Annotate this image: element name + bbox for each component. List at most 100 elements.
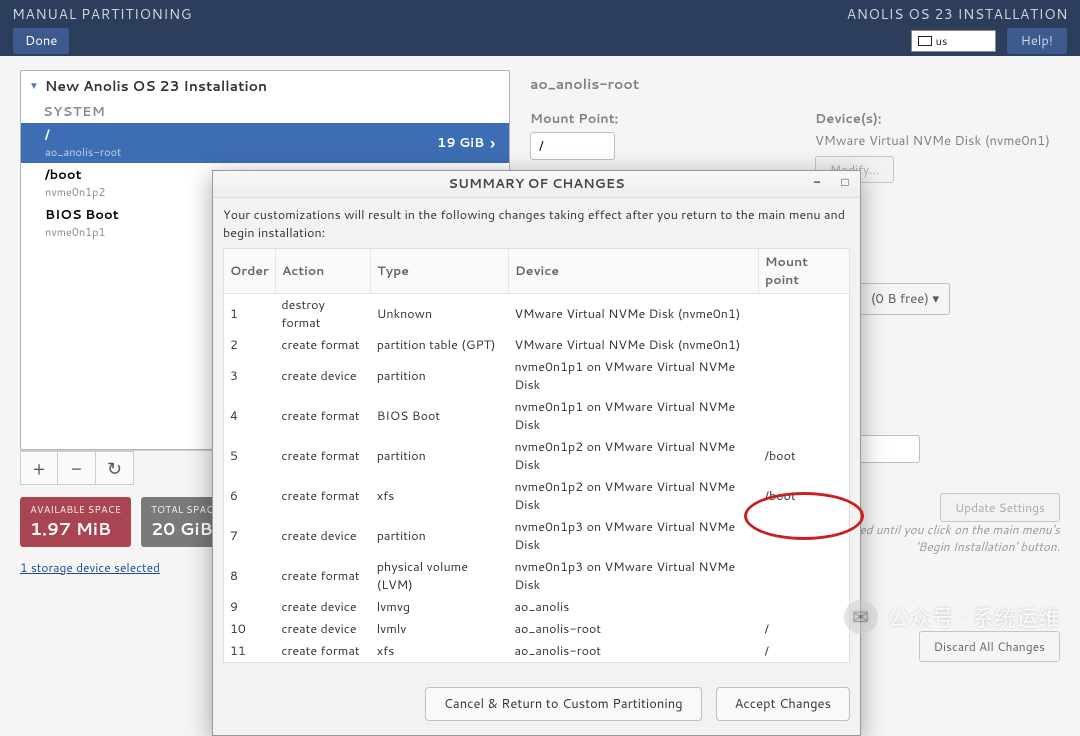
col-mount[interactable]: Mount point [759, 249, 850, 294]
keyboard-indicator[interactable]: us [911, 30, 996, 52]
tree-root-label: New Anolis OS 23 Installation [45, 76, 267, 96]
cell-device: nvme0n1p1 on VMware Virtual NVMe Disk [508, 356, 758, 396]
cell-mount [759, 294, 850, 335]
table-row[interactable]: 4create formatBIOS Bootnvme0n1p1 on VMwa… [224, 396, 850, 436]
devices-value: VMware Virtual NVMe Disk (nvme0n1) [815, 132, 1060, 150]
cell-mount [759, 334, 850, 356]
maximize-icon[interactable]: □ [836, 173, 854, 189]
dialog-titlebar[interactable]: SUMMARY OF CHANGES − □ [213, 171, 860, 198]
remove-partition-button[interactable]: − [58, 451, 96, 485]
table-row[interactable]: 7create devicepartitionnvme0n1p3 on VMwa… [224, 516, 850, 556]
table-row[interactable]: 6create formatxfsnvme0n1p2 on VMware Vir… [224, 476, 850, 516]
cell-action: destroy format [275, 294, 370, 335]
table-row[interactable]: 1destroy formatUnknownVMware Virtual NVM… [224, 294, 850, 335]
cell-action: create device [275, 516, 370, 556]
col-type[interactable]: Type [371, 249, 509, 294]
cell-order: 8 [224, 556, 276, 596]
page-title: MANUAL PARTITIONING [12, 4, 192, 24]
cell-mount: / [759, 640, 850, 663]
cell-order: 11 [224, 640, 276, 663]
available-space-value: 1.97 MiB [30, 517, 121, 541]
cell-action: create format [275, 556, 370, 596]
cell-device: nvme0n1p3 on VMware Virtual NVMe Disk [508, 516, 758, 556]
cell-order: 3 [224, 356, 276, 396]
dialog-title: SUMMARY OF CHANGES [448, 175, 624, 193]
devices-label: Device(s): [815, 110, 1060, 128]
minimize-icon[interactable]: − [808, 173, 826, 189]
table-row[interactable]: 3create devicepartitionnvme0n1p1 on VMwa… [224, 356, 850, 396]
cell-type: partition table (GPT) [371, 334, 509, 356]
table-row[interactable]: 10create devicelvmlvao_anolis-root/ [224, 618, 850, 640]
watermark-text: 公众号 · 系统运维 [888, 601, 1060, 634]
watermark: ✉ 公众号 · 系统运维 [844, 600, 1060, 634]
cell-type: xfs [371, 476, 509, 516]
chevron-right-icon: › [490, 132, 495, 155]
available-space-label: AVAILABLE SPACE [30, 503, 121, 517]
table-row[interactable]: 9create devicelvmvgao_anolis [224, 596, 850, 618]
installer-title: ANOLIS OS 23 INSTALLATION [847, 4, 1068, 24]
help-button[interactable]: Help! [1006, 27, 1068, 55]
cell-order: 1 [224, 294, 276, 335]
vg-free-label: (0 B free) ▾ [871, 290, 939, 308]
done-button[interactable]: Done [12, 27, 70, 55]
reload-button[interactable]: ↻ [96, 451, 134, 485]
cell-type: physical volume (LVM) [371, 556, 509, 596]
cell-order: 7 [224, 516, 276, 556]
cell-action: create format [275, 334, 370, 356]
cell-device: ao_anolis-root [508, 618, 758, 640]
add-partition-button[interactable]: + [20, 451, 58, 485]
cell-type: partition [371, 516, 509, 556]
changes-table: Order Action Type Device Mount point 1de… [223, 248, 850, 663]
table-row[interactable]: 5create formatpartitionnvme0n1p2 on VMwa… [224, 436, 850, 476]
available-space-box: AVAILABLE SPACE 1.97 MiB [20, 497, 131, 547]
cell-type: Unknown [371, 294, 509, 335]
cell-order: 2 [224, 334, 276, 356]
cell-type: lvmvg [371, 596, 509, 618]
mountpoint-device: nvme0n1p1 [45, 224, 119, 240]
table-row[interactable]: 8create formatphysical volume (LVM)nvme0… [224, 556, 850, 596]
cell-mount [759, 556, 850, 596]
keyboard-icon [918, 36, 932, 46]
dialog-description: Your customizations will result in the f… [223, 206, 850, 242]
col-order[interactable]: Order [224, 249, 276, 294]
tree-section-system: SYSTEM [21, 101, 509, 123]
table-row[interactable]: 2create formatpartition table (GPT)VMwar… [224, 334, 850, 356]
cancel-return-button[interactable]: Cancel & Return to Custom Partitioning [425, 687, 702, 721]
cell-device: VMware Virtual NVMe Disk (nvme0n1) [508, 294, 758, 335]
cell-mount [759, 596, 850, 618]
mountpoint-size: 19 GiB› [437, 132, 495, 155]
mount-point-input[interactable] [530, 132, 615, 160]
cell-order: 4 [224, 396, 276, 436]
cell-device: VMware Virtual NVMe Disk (nvme0n1) [508, 334, 758, 356]
caret-down-icon: ▼ [29, 79, 39, 93]
cell-type: BIOS Boot [371, 396, 509, 436]
cell-mount: /boot [759, 436, 850, 476]
mountpoint-row[interactable]: /ao_anolis-root19 GiB› [21, 123, 509, 163]
discard-all-changes-button[interactable]: Discard All Changes [919, 631, 1060, 662]
cell-type: partition [371, 356, 509, 396]
keyboard-layout-label: us [936, 33, 948, 49]
col-device[interactable]: Device [508, 249, 758, 294]
volume-name: ao_anolis-root [530, 74, 1060, 94]
cell-mount [759, 516, 850, 556]
cell-order: 10 [224, 618, 276, 640]
cell-device: nvme0n1p1 on VMware Virtual NVMe Disk [508, 396, 758, 436]
cell-order: 9 [224, 596, 276, 618]
wechat-icon: ✉ [844, 600, 878, 634]
col-action[interactable]: Action [275, 249, 370, 294]
cell-type: xfs [371, 640, 509, 663]
cell-order: 5 [224, 436, 276, 476]
cell-mount: /boot [759, 476, 850, 516]
table-row[interactable]: 11create formatxfsao_anolis-root/ [224, 640, 850, 663]
mountpoint-path: BIOS Boot [45, 206, 119, 224]
cell-mount: / [759, 618, 850, 640]
summary-of-changes-dialog: SUMMARY OF CHANGES − □ Your customizatio… [212, 170, 861, 736]
cell-mount [759, 396, 850, 436]
tree-root[interactable]: ▼ New Anolis OS 23 Installation [21, 71, 509, 101]
update-settings-button[interactable]: Update Settings [940, 493, 1060, 522]
accept-changes-button[interactable]: Accept Changes [716, 687, 850, 721]
cell-action: create format [275, 436, 370, 476]
mountpoint-device: nvme0n1p2 [45, 184, 105, 200]
cell-device: nvme0n1p2 on VMware Virtual NVMe Disk [508, 436, 758, 476]
top-bar: MANUAL PARTITIONING Done ANOLIS OS 23 IN… [0, 0, 1080, 56]
